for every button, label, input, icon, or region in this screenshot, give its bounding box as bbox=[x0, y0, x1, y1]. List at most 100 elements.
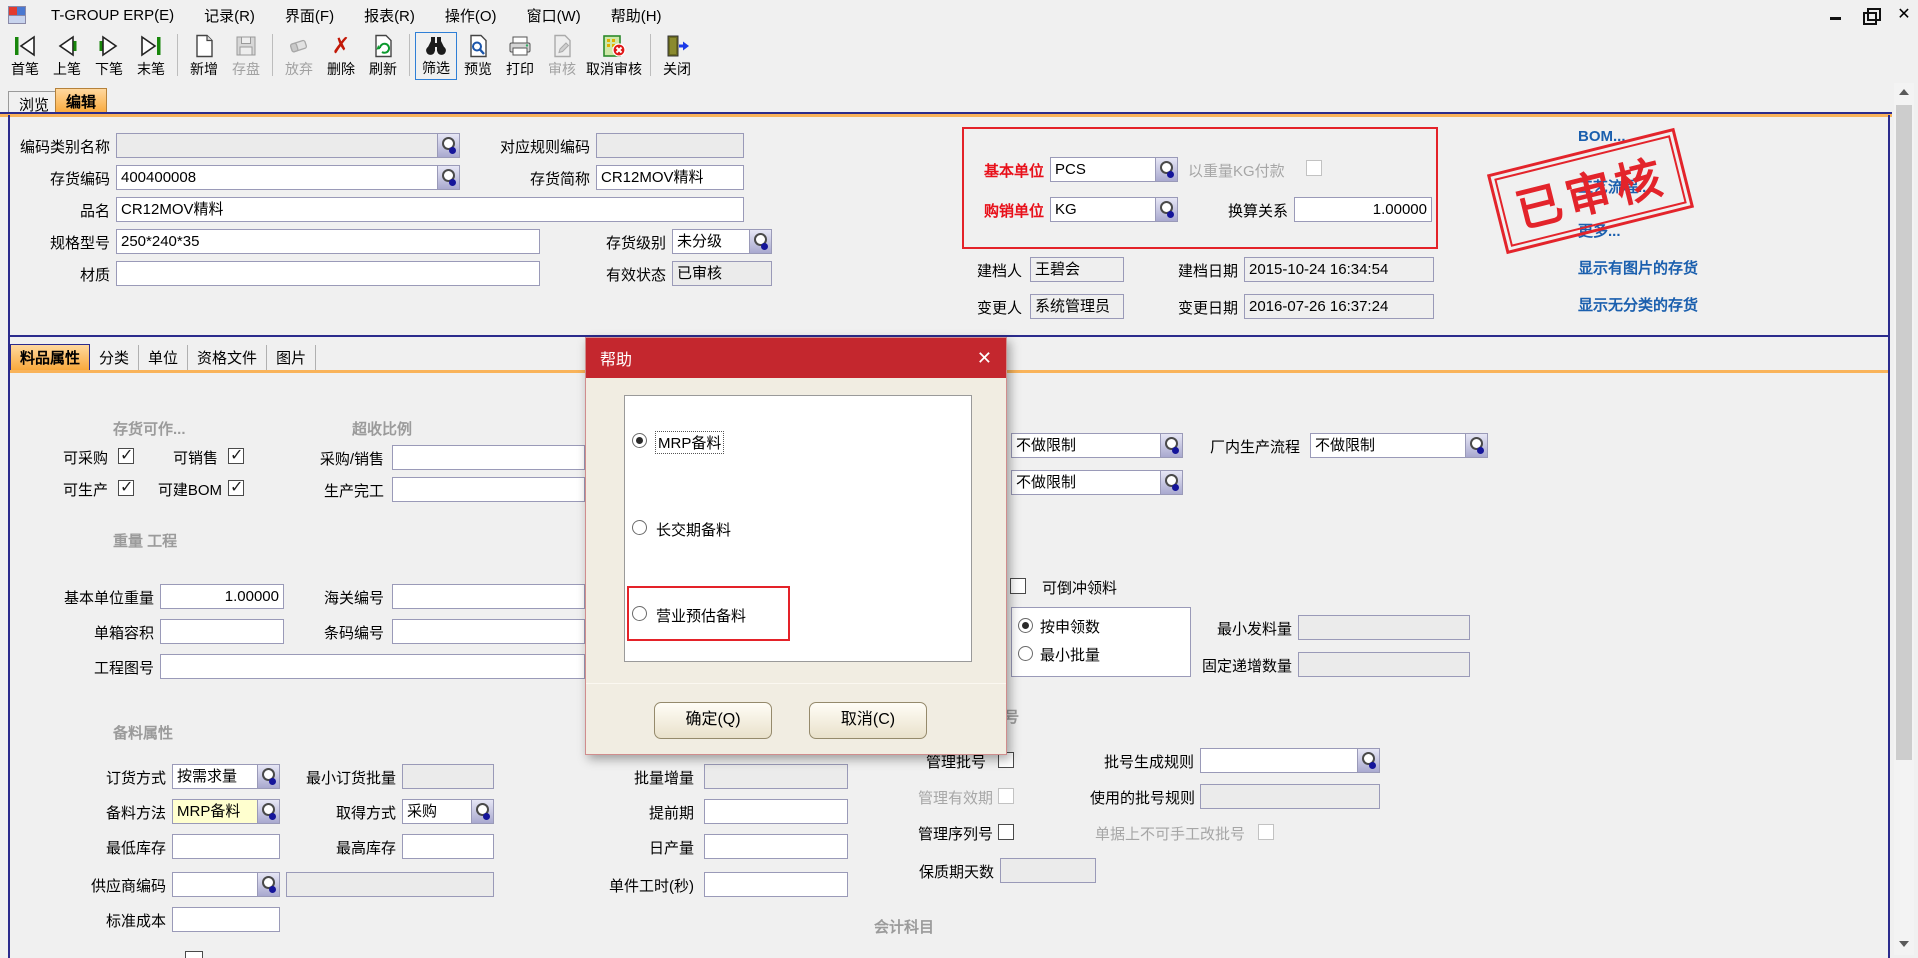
ok-button[interactable]: 确定(Q) bbox=[654, 702, 772, 739]
factory-flow-field[interactable]: 不做限制 bbox=[1310, 433, 1488, 458]
barcode-field[interactable] bbox=[392, 619, 585, 644]
item-grade-lookup-icon[interactable] bbox=[749, 229, 772, 254]
base-unit-weight-field[interactable]: 1.00000 bbox=[160, 584, 284, 609]
subtab-unit[interactable]: 单位 bbox=[139, 345, 188, 370]
filter-button[interactable]: 筛选 bbox=[415, 32, 457, 80]
dialog-close-icon[interactable]: ✕ bbox=[977, 349, 992, 367]
scroll-down-icon[interactable] bbox=[1894, 935, 1914, 953]
item-code-lookup-icon[interactable] bbox=[437, 165, 460, 190]
prep-method-field[interactable]: MRP备料 bbox=[172, 799, 280, 824]
menu-tgroup-erp[interactable]: T-GROUP ERP(E) bbox=[36, 3, 189, 28]
lead-time-field[interactable] bbox=[704, 799, 848, 824]
save-button: 存盘 bbox=[225, 32, 267, 80]
min-stock-field[interactable] bbox=[172, 834, 280, 859]
factory-flow-lookup-icon[interactable] bbox=[1465, 433, 1488, 458]
delete-button[interactable]: ✗ 删除 bbox=[320, 32, 362, 80]
subtab-qualification[interactable]: 资格文件 bbox=[188, 345, 267, 370]
trade-unit-field[interactable]: KG bbox=[1050, 197, 1178, 222]
option-mrp[interactable]: MRP备料 bbox=[625, 432, 971, 454]
help-dialog-titlebar[interactable]: 帮助 ✕ bbox=[586, 338, 1006, 378]
unit-work-sec-field[interactable] bbox=[704, 872, 848, 897]
preview-button[interactable]: 预览 bbox=[457, 32, 499, 80]
last-record-button[interactable]: 末笔 bbox=[130, 32, 172, 80]
refresh-button[interactable]: 刷新 bbox=[362, 32, 404, 80]
limit1-lookup-icon[interactable] bbox=[1160, 433, 1183, 458]
batch-rule-lookup-icon[interactable] bbox=[1357, 748, 1380, 773]
purchase-sale-field[interactable] bbox=[392, 445, 585, 470]
can-bom-checkbox[interactable] bbox=[228, 480, 244, 496]
customs-code-field[interactable] bbox=[392, 584, 585, 609]
option-long-lead-radio[interactable] bbox=[632, 520, 647, 535]
vertical-scrollbar[interactable] bbox=[1894, 83, 1914, 955]
supplier-code-field[interactable] bbox=[172, 872, 280, 897]
spec-field[interactable]: 250*240*35 bbox=[116, 229, 540, 254]
rule-code-field[interactable] bbox=[596, 133, 744, 158]
daily-output-field[interactable] bbox=[704, 834, 848, 859]
link-show-with-pics[interactable]: 显示有图片的存货 bbox=[1578, 257, 1698, 278]
base-unit-lookup-icon[interactable] bbox=[1155, 157, 1178, 182]
coding-category-field[interactable] bbox=[116, 133, 460, 158]
order-mode-lookup-icon[interactable] bbox=[257, 764, 280, 789]
menu-record[interactable]: 记录(R) bbox=[189, 1, 270, 30]
menu-interface[interactable]: 界面(F) bbox=[270, 1, 349, 30]
prev-record-button[interactable]: 上笔 bbox=[46, 32, 88, 80]
menu-help[interactable]: 帮助(H) bbox=[596, 1, 677, 30]
batch-rule-field[interactable] bbox=[1200, 748, 1380, 773]
item-name-field[interactable]: CR12MOV精料 bbox=[116, 197, 744, 222]
close-button[interactable]: 关闭 bbox=[656, 32, 698, 80]
coding-category-lookup-icon[interactable] bbox=[437, 133, 460, 158]
limit1-field[interactable]: 不做限制 bbox=[1011, 433, 1183, 458]
box-volume-field[interactable] bbox=[160, 619, 284, 644]
base-unit-field[interactable]: PCS bbox=[1050, 157, 1178, 182]
scrollbar-thumb[interactable] bbox=[1896, 105, 1912, 760]
tab-edit[interactable]: 编辑 bbox=[55, 88, 107, 113]
print-button[interactable]: 打印 bbox=[499, 32, 541, 80]
order-mode-field[interactable]: 按需求量 bbox=[172, 764, 280, 789]
cancel-button[interactable]: 取消(C) bbox=[809, 702, 927, 739]
first-record-button[interactable]: 首笔 bbox=[4, 32, 46, 80]
item-grade-field[interactable]: 未分级 bbox=[672, 229, 772, 254]
close-window-icon[interactable]: ✕ bbox=[1896, 7, 1912, 23]
by-request-radio[interactable] bbox=[1018, 618, 1033, 633]
item-abbr-field[interactable]: CR12MOV精料 bbox=[596, 165, 744, 190]
add-button[interactable]: 新增 bbox=[183, 32, 225, 80]
drawing-no-field[interactable] bbox=[160, 654, 585, 679]
cancel-audit-button[interactable]: 取消审核 bbox=[583, 32, 645, 80]
tab-browse[interactable]: 浏览 bbox=[8, 91, 60, 113]
conversion-field[interactable]: 1.00000 bbox=[1294, 197, 1432, 222]
partial-checkbox bbox=[185, 951, 203, 958]
sellable-label: 可销售 bbox=[168, 449, 218, 469]
min-batch-radio[interactable] bbox=[1018, 646, 1033, 661]
scroll-up-icon[interactable] bbox=[1894, 83, 1914, 101]
option-mrp-radio[interactable] bbox=[632, 433, 647, 448]
material-field[interactable] bbox=[116, 261, 540, 286]
sellable-checkbox[interactable] bbox=[228, 448, 244, 464]
minimize-icon[interactable] bbox=[1828, 7, 1844, 23]
acquire-mode-field[interactable]: 采购 bbox=[402, 799, 494, 824]
purchasable-checkbox[interactable] bbox=[118, 448, 134, 464]
restore-icon[interactable] bbox=[1862, 7, 1878, 23]
next-record-button[interactable]: 下笔 bbox=[88, 32, 130, 80]
prep-method-lookup-icon[interactable] bbox=[257, 799, 280, 824]
menu-window[interactable]: 窗口(W) bbox=[512, 1, 596, 30]
link-show-uncategorized[interactable]: 显示无分类的存货 bbox=[1578, 294, 1698, 315]
menu-report[interactable]: 报表(R) bbox=[349, 1, 430, 30]
item-code-field[interactable]: 400400008 bbox=[116, 165, 460, 190]
acquire-mode-lookup-icon[interactable] bbox=[471, 799, 494, 824]
supplier-code-lookup-icon[interactable] bbox=[257, 872, 280, 897]
trade-unit-lookup-icon[interactable] bbox=[1155, 197, 1178, 222]
prod-finish-field[interactable] bbox=[392, 477, 585, 502]
limit2-field[interactable]: 不做限制 bbox=[1011, 470, 1183, 495]
backflush-checkbox[interactable] bbox=[1010, 578, 1026, 594]
option-long-lead[interactable]: 长交期备料 bbox=[625, 519, 971, 541]
limit2-lookup-icon[interactable] bbox=[1160, 470, 1183, 495]
std-cost-field[interactable] bbox=[172, 907, 280, 932]
max-stock-field[interactable] bbox=[402, 834, 494, 859]
subtab-bar: 料品属性 分类 单位 资格文件 图片 bbox=[10, 344, 316, 370]
manage-serial-checkbox[interactable] bbox=[998, 824, 1014, 840]
subtab-item-attr[interactable]: 料品属性 bbox=[10, 344, 90, 370]
menu-operation[interactable]: 操作(O) bbox=[430, 1, 512, 30]
subtab-category[interactable]: 分类 bbox=[90, 345, 139, 370]
producible-checkbox[interactable] bbox=[118, 480, 134, 496]
subtab-picture[interactable]: 图片 bbox=[267, 345, 316, 370]
